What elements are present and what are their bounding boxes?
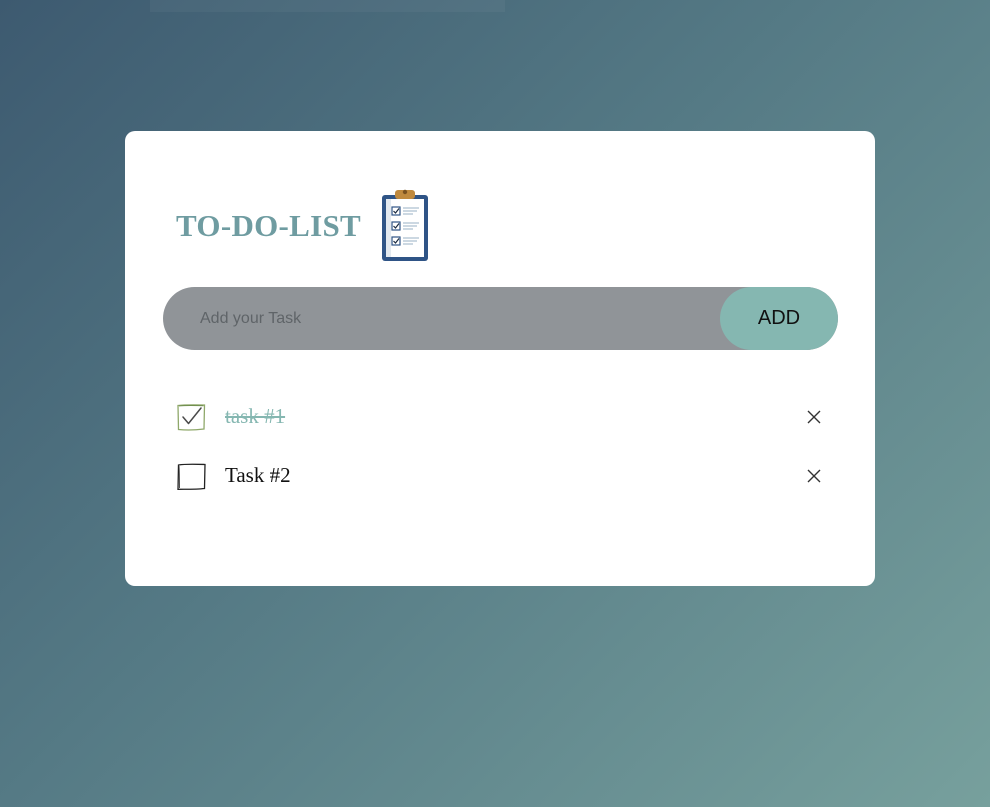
checked-checkbox-icon[interactable] — [176, 402, 206, 432]
task-text: Task #2 — [225, 463, 291, 487]
task-item[interactable]: task #1 — [176, 387, 826, 446]
top-shadow — [150, 0, 505, 12]
todo-card: TO-DO-LIST ADD — [125, 131, 875, 586]
task-input[interactable] — [163, 287, 720, 350]
unchecked-checkbox-icon[interactable] — [176, 461, 206, 491]
task-text: task #1 — [225, 404, 286, 428]
task-input-bar: ADD — [163, 287, 838, 350]
close-icon — [807, 469, 821, 482]
clipboard-checklist-icon — [382, 189, 429, 261]
close-icon — [807, 410, 821, 423]
page-title: TO-DO-LIST — [176, 208, 362, 243]
delete-task-button[interactable] — [802, 405, 826, 429]
task-item[interactable]: Task #2 — [176, 446, 826, 505]
header: TO-DO-LIST — [176, 185, 431, 265]
add-button[interactable]: ADD — [720, 287, 838, 350]
delete-task-button[interactable] — [802, 464, 826, 488]
task-list: task #1 Task #2 — [176, 387, 826, 505]
